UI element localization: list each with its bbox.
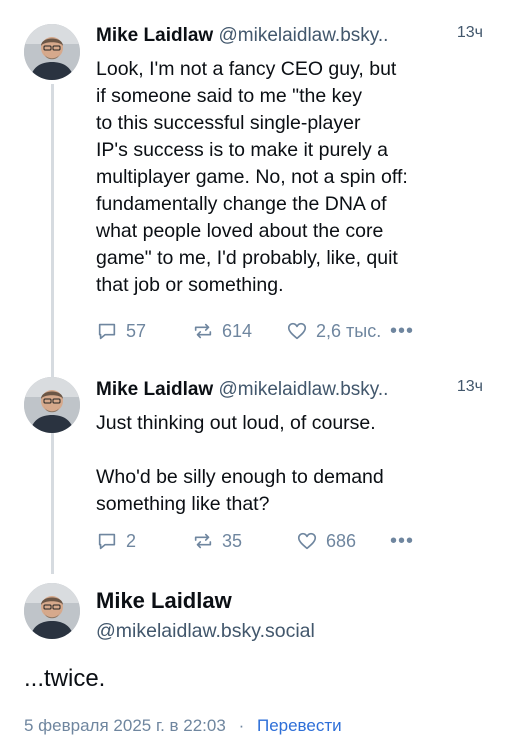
- repost-count: 614: [222, 320, 253, 341]
- post-text: Look, I'm not a fancy CEO guy, but if so…: [96, 58, 408, 296]
- separator: ·: [238, 716, 245, 735]
- heart-icon: [287, 322, 307, 340]
- author-name[interactable]: Mike Laidlaw: [96, 379, 213, 400]
- thread-connector-line: [51, 84, 54, 574]
- more-options-icon[interactable]: •••: [390, 320, 414, 343]
- post-header: Mike Laidlaw @mikelaidlaw.bsky..: [96, 24, 495, 48]
- reply-button[interactable]: 57: [96, 320, 146, 342]
- like-count: 686: [326, 530, 357, 551]
- reply-count: 57: [126, 320, 147, 341]
- post-2[interactable]: Mike Laidlaw @mikelaidlaw.bsky.. 13ч Jus…: [96, 378, 495, 518]
- avatar-image: [24, 24, 80, 80]
- repost-button[interactable]: 35: [192, 530, 242, 552]
- post-footer: 5 февраля 2025 г. в 22:03 · Перевести: [24, 716, 342, 736]
- more-options-icon[interactable]: •••: [390, 530, 414, 553]
- avatar-image: [24, 583, 80, 639]
- post-date: 5 февраля 2025 г. в 22:03: [24, 716, 226, 735]
- main-post-text: ...twice.: [24, 665, 106, 692]
- like-button[interactable]: 686: [296, 530, 356, 552]
- translate-link[interactable]: Перевести: [257, 716, 342, 735]
- repost-button[interactable]: 614: [192, 320, 252, 342]
- post-1[interactable]: Mike Laidlaw @mikelaidlaw.bsky.. 13ч Loo…: [96, 24, 495, 299]
- avatar-image: [24, 377, 80, 433]
- like-count: 2,6 тыс.: [316, 320, 382, 341]
- post-actions: 57 614 2,6 тыс. •••: [96, 320, 496, 346]
- avatar[interactable]: [24, 377, 80, 433]
- repost-icon: [194, 323, 212, 339]
- post-time[interactable]: 13ч: [454, 378, 483, 396]
- post-text: Just thinking out loud, of course. Who'd…: [96, 412, 384, 515]
- repost-icon: [194, 533, 212, 549]
- avatar[interactable]: [24, 24, 80, 80]
- post-header: Mike Laidlaw @mikelaidlaw.bsky..: [96, 378, 495, 402]
- reply-count: 2: [126, 530, 137, 551]
- main-author-handle[interactable]: @mikelaidlaw.bsky.social: [96, 620, 315, 643]
- author-handle[interactable]: @mikelaidlaw.bsky..: [218, 379, 388, 400]
- author-handle[interactable]: @mikelaidlaw.bsky..: [218, 25, 388, 46]
- main-author-name[interactable]: Mike Laidlaw: [96, 588, 232, 614]
- author-name[interactable]: Mike Laidlaw: [96, 25, 213, 46]
- post-time[interactable]: 13ч: [454, 24, 483, 42]
- reply-icon: [98, 533, 116, 550]
- reply-button[interactable]: 2: [96, 530, 136, 552]
- reply-icon: [98, 323, 116, 340]
- like-button[interactable]: 2,6 тыс.: [286, 320, 381, 342]
- avatar[interactable]: [24, 583, 80, 639]
- repost-count: 35: [222, 530, 243, 551]
- post-actions: 2 35 686 •••: [96, 530, 496, 556]
- heart-icon: [297, 532, 317, 550]
